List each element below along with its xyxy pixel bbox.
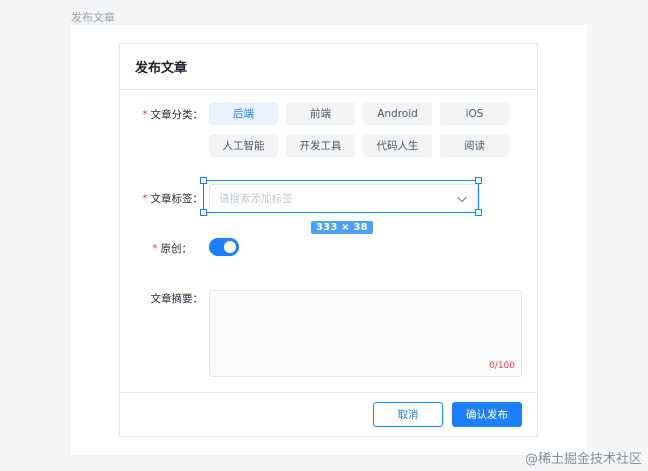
required-mark: * xyxy=(142,109,148,121)
tags-label: * 文章标签： xyxy=(142,193,203,205)
confirm-publish-button[interactable]: 确认发布 xyxy=(452,402,522,427)
chevron-down-icon[interactable] xyxy=(456,193,468,205)
summary-field[interactable]: 0/100 xyxy=(209,290,522,377)
resize-handle-bottom-left[interactable] xyxy=(200,209,207,216)
toggle-knob xyxy=(224,241,236,253)
canvas: 发布文章 * 文章分类： 后端 前端 Android iOS 人工智能 开发工具 … xyxy=(71,25,587,455)
tag-search-input[interactable] xyxy=(219,192,439,205)
category-option-ios[interactable]: iOS xyxy=(440,102,509,125)
cancel-button[interactable]: 取消 xyxy=(373,402,443,427)
category-grid: 后端 前端 Android iOS 人工智能 开发工具 代码人生 阅读 xyxy=(209,102,509,157)
required-mark: * xyxy=(142,193,148,205)
category-option-android[interactable]: Android xyxy=(363,102,432,125)
required-mark: * xyxy=(152,243,158,255)
watermark: @稀土掘金技术社区 xyxy=(524,452,642,467)
category-option-ai[interactable]: 人工智能 xyxy=(209,134,278,157)
publish-modal: 发布文章 * 文章分类： 后端 前端 Android iOS 人工智能 开发工具 … xyxy=(119,43,538,437)
original-toggle[interactable] xyxy=(209,238,239,256)
resize-handle-top-left[interactable] xyxy=(200,177,207,184)
resize-handle-top-right[interactable] xyxy=(475,177,482,184)
tag-select[interactable] xyxy=(209,184,478,213)
summary-counter: 0/100 xyxy=(489,361,515,371)
category-option-backend[interactable]: 后端 xyxy=(209,102,278,125)
category-option-code-life[interactable]: 代码人生 xyxy=(363,134,432,157)
category-option-reading[interactable]: 阅读 xyxy=(440,134,509,157)
summary-label: 文章摘要： xyxy=(150,293,204,305)
modal-header: 发布文章 xyxy=(120,44,537,90)
original-label: * 原创： xyxy=(152,243,192,255)
category-label: * 文章分类： xyxy=(142,109,203,121)
frame-label: 发布文章 xyxy=(71,11,115,24)
summary-textarea[interactable] xyxy=(210,291,521,376)
dimension-badge: 333 × 38 xyxy=(311,221,373,234)
category-option-devtools[interactable]: 开发工具 xyxy=(286,134,355,157)
modal-footer: 取消 确认发布 xyxy=(120,392,537,436)
category-option-frontend[interactable]: 前端 xyxy=(286,102,355,125)
modal-title: 发布文章 xyxy=(135,61,188,76)
